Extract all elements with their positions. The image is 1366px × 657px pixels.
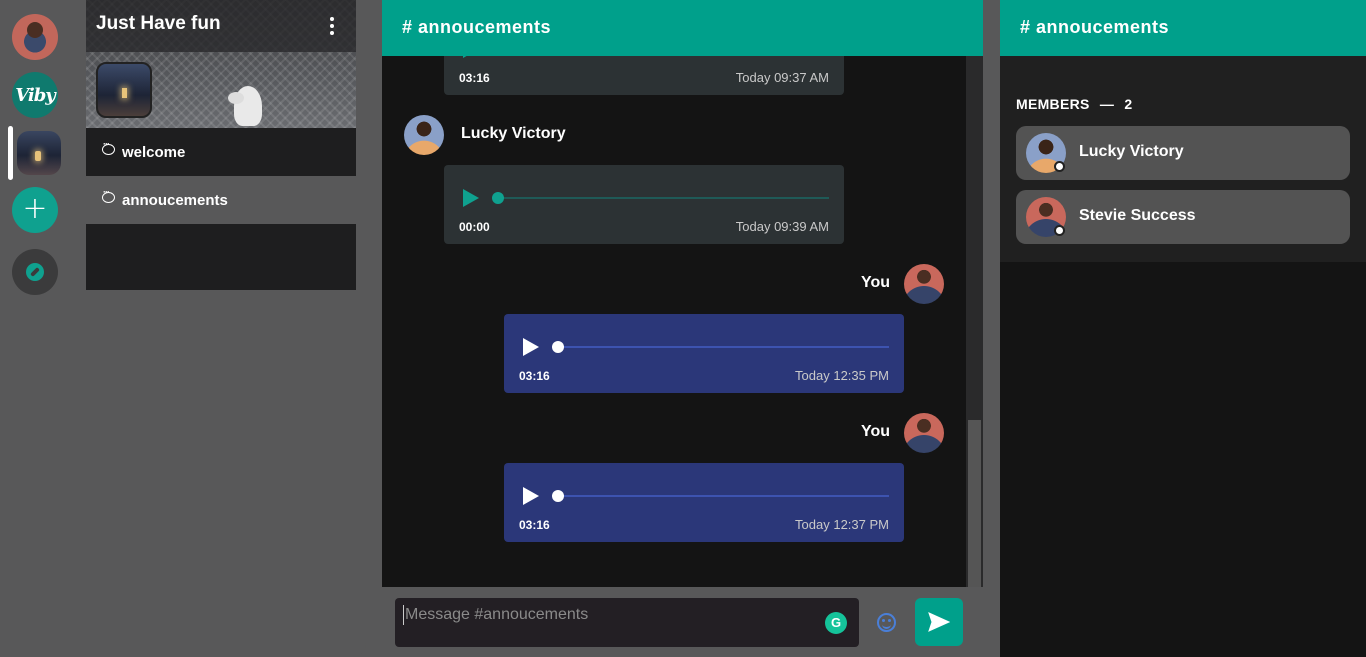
compass-icon <box>26 263 44 281</box>
channel-label: annoucements <box>122 191 228 209</box>
grammarly-icon[interactable]: G <box>825 612 847 634</box>
server-rail: Viby + <box>0 0 70 657</box>
add-server-button[interactable]: + <box>12 187 58 233</box>
audio-duration: 00:00 <box>459 220 490 234</box>
audio-track[interactable] <box>558 346 889 348</box>
emoji-icon[interactable] <box>877 613 896 632</box>
user-avatar[interactable] <box>12 14 58 60</box>
channel-label: welcome <box>122 143 186 161</box>
message-timestamp: Today 12:37 PM <box>795 517 889 532</box>
audio-duration: 03:16 <box>519 518 550 532</box>
server-icon <box>96 62 152 118</box>
scrollbar-thumb[interactable] <box>968 420 981 587</box>
members-list: MEMBERS — 2 Lucky Victory Stevie Success <box>1000 56 1366 262</box>
audio-duration: 03:16 <box>459 71 490 85</box>
member-name: Stevie Success <box>1079 207 1196 224</box>
audio-message: 03:16 Today 12:37 PM <box>504 463 904 542</box>
sender-name: You <box>861 274 891 291</box>
message-input[interactable] <box>403 605 813 625</box>
scrollbar[interactable] <box>966 56 983 587</box>
status-icon <box>1054 161 1065 172</box>
status-icon <box>1054 225 1065 236</box>
channel-title: # annoucements <box>402 17 552 37</box>
play-icon[interactable] <box>523 487 539 505</box>
audio-track[interactable] <box>558 495 889 497</box>
send-icon <box>928 612 950 632</box>
members-panel: # annoucements MEMBERS — 2 Lucky Victory… <box>1000 0 1366 657</box>
member-item[interactable]: Stevie Success <box>1016 190 1350 244</box>
avatar[interactable] <box>904 264 944 304</box>
members-heading: MEMBERS — 2 <box>1016 96 1132 112</box>
member-item[interactable]: Lucky Victory <box>1016 126 1350 180</box>
audio-duration: 03:16 <box>519 369 550 383</box>
viby-logo: Viby <box>15 84 56 106</box>
audio-message: 00:00 Today 09:39 AM <box>444 165 844 244</box>
play-icon[interactable] <box>523 338 539 356</box>
message-timestamp: Today 09:37 AM <box>735 70 829 85</box>
audio-message: 03:16 Today 09:37 AM <box>444 56 844 95</box>
explore-servers-button[interactable] <box>12 249 58 295</box>
plus-icon: + <box>22 190 48 226</box>
channel-sidebar: Just Have fun welcome annoucements <box>70 0 366 657</box>
chat-bubble-icon <box>102 139 115 155</box>
message-timestamp: Today 12:35 PM <box>795 368 889 383</box>
play-icon[interactable] <box>463 56 479 58</box>
server-banner: Just Have fun <box>86 0 356 128</box>
channel-welcome[interactable]: welcome <box>86 128 356 176</box>
banner-image <box>228 86 262 126</box>
send-button[interactable] <box>915 598 963 646</box>
sender-name: Lucky Victory <box>461 125 566 142</box>
audio-message: 03:16 Today 12:35 PM <box>504 314 904 393</box>
panel-gap <box>983 0 1000 657</box>
member-name: Lucky Victory <box>1079 143 1184 160</box>
members-header: # annoucements <box>1000 0 1366 56</box>
audio-track[interactable] <box>498 197 829 199</box>
play-icon[interactable] <box>463 189 479 207</box>
avatar[interactable] <box>904 413 944 453</box>
message-timestamp: Today 09:39 AM <box>735 219 829 234</box>
members-count: 2 <box>1124 96 1133 112</box>
members-channel-title: # annoucements <box>1020 17 1170 37</box>
server-just-have-fun[interactable] <box>17 131 61 175</box>
active-server-indicator <box>8 126 13 180</box>
server-title: Just Have fun <box>96 13 221 34</box>
composer: G <box>382 587 983 657</box>
channel-list-fill <box>86 224 356 290</box>
members-label: MEMBERS <box>1016 96 1090 112</box>
audio-knob[interactable] <box>552 341 564 353</box>
audio-knob[interactable] <box>552 490 564 502</box>
more-options-icon[interactable] <box>330 17 334 35</box>
avatar[interactable] <box>404 115 444 155</box>
message-list[interactable]: 03:16 Today 09:37 AM Lucky Victory 00:00… <box>382 56 966 587</box>
chat-bubble-icon <box>102 187 115 203</box>
message-input-box[interactable]: G <box>395 598 859 647</box>
members-separator: — <box>1099 96 1115 112</box>
audio-knob[interactable] <box>492 192 504 204</box>
sender-name: You <box>861 423 891 440</box>
chat-header: # annoucements <box>382 0 983 56</box>
chat-panel: # annoucements 03:16 Today 09:37 AM Luck… <box>382 0 983 657</box>
server-viby[interactable]: Viby <box>12 72 58 118</box>
channel-annoucements[interactable]: annoucements <box>86 176 356 224</box>
